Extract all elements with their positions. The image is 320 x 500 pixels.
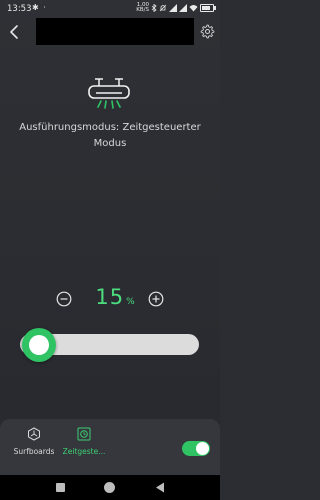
signal-icon — [169, 4, 177, 12]
back-arrow-icon[interactable] — [7, 22, 21, 42]
percentage-display: 15% — [90, 285, 140, 309]
increase-button[interactable] — [148, 291, 164, 307]
operation-mode-text: Ausführungsmodus: Zeitgesteuerter Modus — [19, 122, 201, 149]
percentage-value: 15 — [95, 285, 125, 309]
status-left-icons: ✱ · — [32, 3, 47, 12]
status-bar: 13:53 ✱ · 1,00 KB/S — [0, 0, 220, 18]
wifi-icon — [189, 5, 198, 12]
system-back-icon[interactable] — [155, 482, 165, 493]
toggle-knob — [196, 442, 209, 455]
tab-timed-mode-label: Zeitgeste... — [62, 447, 106, 456]
timer-icon — [77, 427, 91, 441]
net-speed-unit: KB/S — [136, 7, 149, 13]
status-time: 13:53 — [7, 4, 32, 14]
slider-handle-center — [29, 335, 49, 355]
power-slider-handle[interactable] — [22, 328, 56, 362]
decrease-button[interactable] — [56, 291, 72, 307]
battery-icon — [200, 4, 216, 12]
tab-timed-mode[interactable]: Zeitgeste... — [59, 427, 109, 456]
net-speed: 1,00 KB/S — [136, 2, 149, 13]
percentage-unit: % — [126, 297, 135, 307]
power-toggle[interactable] — [182, 441, 210, 456]
app-screen: 13:53 ✱ · 1,00 KB/S Ausführungsmodus: Ze… — [0, 0, 220, 500]
system-nav-bar — [0, 475, 220, 500]
tab-surfboards[interactable]: Surfboards — [9, 427, 59, 456]
tab-surfboards-label: Surfboards — [13, 447, 55, 456]
air-conditioner-icon — [88, 78, 130, 109]
home-button[interactable] — [104, 482, 115, 493]
gear-icon[interactable] — [200, 24, 215, 39]
mute-icon — [159, 4, 167, 12]
surfboard-icon — [28, 427, 40, 441]
recents-button[interactable] — [56, 483, 65, 492]
bluetooth-icon — [151, 4, 157, 12]
status-right-icons: 1,00 KB/S — [136, 2, 216, 13]
redacted-device-title — [36, 18, 194, 45]
signal-icon — [179, 4, 187, 12]
